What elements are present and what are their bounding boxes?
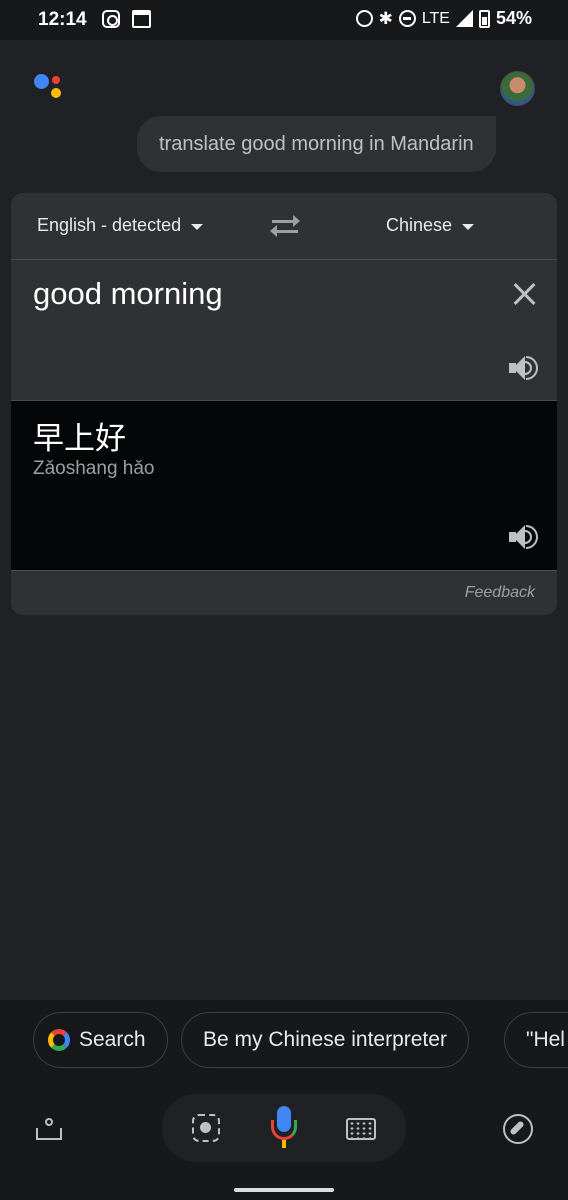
source-language-dropdown[interactable]: English - detected bbox=[37, 215, 204, 236]
status-time: 12:14 bbox=[38, 9, 87, 30]
translated-text: 早上好 bbox=[33, 421, 126, 457]
user-query-bubble[interactable]: translate good morning in Mandarin bbox=[137, 116, 496, 172]
do-not-disturb-icon bbox=[398, 10, 416, 27]
instagram-icon bbox=[102, 10, 120, 28]
status-bar: 12:14 ✱ LTE 54% bbox=[0, 0, 568, 40]
source-language-label: English - detected bbox=[37, 215, 182, 235]
swap-languages-icon[interactable] bbox=[270, 213, 300, 239]
source-text-area[interactable]: good morning bbox=[11, 260, 557, 401]
suggestion-chip-label: "Hel bbox=[526, 1028, 565, 1051]
language-selector-row: English - detected Chinese bbox=[11, 193, 557, 260]
speaker-icon[interactable] bbox=[509, 354, 541, 382]
translate-card: English - detected Chinese good morning … bbox=[11, 193, 557, 615]
dropdown-arrow-icon bbox=[462, 224, 475, 230]
target-language-dropdown[interactable]: Chinese bbox=[386, 215, 475, 236]
network-type: LTE bbox=[421, 9, 450, 27]
google-logo-icon bbox=[48, 1029, 70, 1051]
speaker-icon[interactable] bbox=[509, 523, 541, 551]
suggestion-chip-label: Search bbox=[79, 1028, 146, 1051]
signal-icon bbox=[455, 10, 473, 27]
battery-icon bbox=[478, 9, 490, 28]
source-text: good morning bbox=[33, 276, 223, 311]
status-icons: ✱ LTE 54% bbox=[355, 8, 532, 29]
updates-icon[interactable] bbox=[34, 1116, 64, 1142]
clear-text-icon[interactable] bbox=[511, 280, 539, 308]
assistant-bottom-bar bbox=[0, 1090, 568, 1170]
alarm-icon bbox=[355, 10, 373, 27]
translation-area: 早上好 Zǎoshang hǎo bbox=[11, 401, 557, 571]
suggestion-chip-search[interactable]: Search bbox=[33, 1012, 168, 1068]
suggestion-chips: Search Be my Chinese interpreter "Hel bbox=[0, 1012, 568, 1068]
home-indicator[interactable] bbox=[234, 1188, 334, 1192]
calendar-icon bbox=[132, 10, 151, 28]
lens-icon[interactable] bbox=[192, 1114, 220, 1142]
pinyin-text: Zǎoshang hǎo bbox=[33, 458, 155, 479]
explore-icon[interactable] bbox=[503, 1114, 533, 1144]
suggestion-chip-partial[interactable]: "Hel bbox=[504, 1012, 568, 1068]
keyboard-icon[interactable] bbox=[346, 1118, 376, 1140]
feedback-link[interactable]: Feedback bbox=[465, 584, 535, 602]
bluetooth-icon: ✱ bbox=[378, 8, 393, 28]
dropdown-arrow-icon bbox=[191, 224, 204, 230]
suggestion-chip-label: Be my Chinese interpreter bbox=[203, 1028, 447, 1051]
avatar[interactable] bbox=[500, 71, 535, 106]
assistant-logo-icon bbox=[34, 72, 68, 106]
mic-icon[interactable] bbox=[268, 1106, 300, 1150]
target-language-label: Chinese bbox=[386, 215, 453, 235]
suggestion-chip-interpreter[interactable]: Be my Chinese interpreter bbox=[181, 1012, 469, 1068]
battery-percent: 54% bbox=[495, 8, 532, 28]
